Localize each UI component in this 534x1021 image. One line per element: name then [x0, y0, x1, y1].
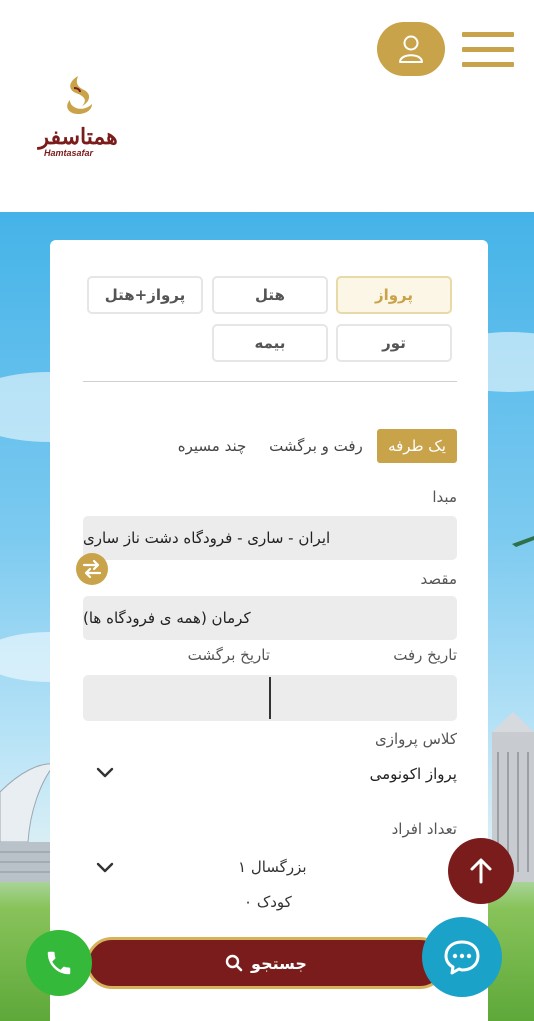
destination-label: مقصد [420, 570, 457, 588]
chevron-down-icon[interactable] [96, 862, 114, 874]
service-tab-flight[interactable]: پرواز [336, 276, 452, 314]
origin-label: مبدا [432, 488, 457, 506]
hamburger-icon-bar [462, 32, 514, 37]
call-button[interactable] [26, 930, 92, 996]
logo-text-fa: همتاسفر [38, 124, 118, 150]
trip-type-label: رفت و برگشت [269, 437, 363, 455]
site-header: همتاسفر Hamtasafar [0, 0, 534, 212]
search-button-label: جستجو [251, 953, 307, 973]
passengers-label: تعداد افراد [391, 820, 457, 838]
chat-bubble-icon [444, 940, 480, 975]
user-icon [399, 35, 423, 63]
service-tab-label: هتل [255, 286, 285, 304]
service-tab-label: پرواز [374, 286, 414, 304]
chevron-down-icon[interactable] [96, 767, 114, 779]
service-tab-label: تور [382, 334, 406, 352]
swap-icon [82, 559, 102, 579]
hamburger-icon-bar [462, 62, 514, 67]
chat-button[interactable] [422, 917, 502, 997]
service-tab-label: بیمه [254, 334, 286, 352]
return-date-label: تاریخ برگشت [187, 646, 270, 664]
origin-value: ایران - ساری - فرودگاه دشت ناز ساری [83, 529, 331, 547]
service-tab-label: پرواز+هتل [104, 286, 186, 304]
user-account-button[interactable] [377, 22, 445, 76]
service-tab-tour[interactable]: تور [336, 324, 452, 362]
scroll-to-top-button[interactable] [448, 838, 514, 904]
children-count[interactable]: ۰ کودک [244, 893, 292, 911]
swap-route-button[interactable] [76, 553, 108, 585]
section-divider [83, 381, 457, 382]
search-button[interactable]: جستجو [86, 937, 446, 989]
destination-value: کرمان (همه ی فرودگاه ها) [83, 609, 251, 627]
arrow-up-icon [470, 858, 492, 884]
date-separator [269, 677, 271, 719]
service-tab-insurance[interactable]: بیمه [212, 324, 328, 362]
plane-decoration [512, 536, 534, 547]
hamburger-icon-bar [462, 47, 514, 52]
trip-type-round-trip[interactable]: رفت و برگشت [262, 429, 370, 463]
date-range-field[interactable] [83, 675, 457, 721]
trip-type-label: یک طرفه [388, 437, 446, 455]
trip-type-label: چند مسیره [177, 437, 247, 455]
hamburger-menu-button[interactable] [462, 30, 514, 70]
logo-text-en: Hamtasafar [44, 148, 94, 158]
site-logo[interactable]: همتاسفر Hamtasafar [26, 74, 130, 160]
flight-class-select[interactable]: پرواز اکونومی [370, 765, 457, 783]
trip-type-multi-city[interactable]: چند مسیره [168, 429, 256, 463]
adults-count[interactable]: ۱ بزرگسال [238, 858, 307, 876]
service-tab-flight-hotel[interactable]: پرواز+هتل [87, 276, 203, 314]
phone-icon [47, 951, 71, 975]
origin-field[interactable]: ایران - ساری - فرودگاه دشت ناز ساری [83, 516, 457, 560]
logo-mark-icon [67, 76, 92, 114]
trip-type-one-way[interactable]: یک طرفه [377, 429, 457, 463]
service-tab-hotel[interactable]: هتل [212, 276, 328, 314]
destination-field[interactable]: کرمان (همه ی فرودگاه ها) [83, 596, 457, 640]
search-icon [225, 954, 243, 972]
depart-date-label: تاریخ رفت [393, 646, 457, 664]
flight-class-label: کلاس پروازی [374, 730, 457, 748]
